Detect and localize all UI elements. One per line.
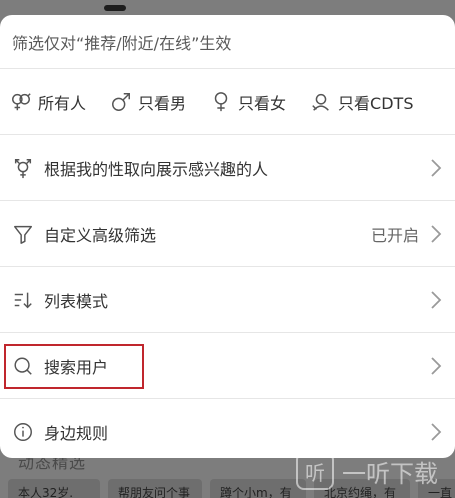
gender-option-male[interactable]: 只看男: [110, 90, 186, 114]
gender-option-female[interactable]: 只看女: [210, 90, 286, 114]
chevron-right-icon: [429, 355, 443, 377]
chevron-right-icon: [429, 157, 443, 179]
row-label: 身边规则: [44, 424, 109, 443]
chevron-right-icon: [429, 223, 443, 245]
transgender-icon: [12, 157, 34, 179]
background-chip: 本人32岁.: [8, 479, 100, 498]
row-label: 根据我的性取向展示感兴趣的人: [44, 159, 269, 179]
row-advanced-filter[interactable]: 自定义高级筛选 已开启: [0, 201, 455, 267]
highlight-box: [4, 344, 144, 389]
filter-icon: [12, 223, 34, 245]
row-search-users[interactable]: 搜索用户: [0, 333, 455, 399]
row-label: 自定义高级筛选: [44, 225, 157, 245]
row-orientation[interactable]: 根据我的性取向展示感兴趣的人: [0, 135, 455, 201]
gender-option-cdts[interactable]: 只看CDTS: [310, 90, 413, 114]
chevron-right-icon: [429, 421, 443, 443]
info-icon: [12, 421, 34, 443]
cdts-icon: [312, 93, 329, 111]
male-icon: [112, 92, 130, 111]
background-chip: 帮朋友问个事: [108, 479, 202, 498]
row-nearby-rules[interactable]: 身边规则: [0, 399, 455, 458]
list-sort-icon: [12, 289, 34, 311]
gender-option-label: 只看男: [138, 93, 187, 113]
advanced-filter-status: 已开启: [370, 225, 419, 245]
filter-sheet: 筛选仅对“推荐/附近/在线”生效 所有人 只看男 只看女 只看CDTS 根据我的…: [0, 15, 455, 458]
gender-option-label: 所有人: [38, 93, 87, 113]
gender-option-all[interactable]: 所有人: [10, 90, 86, 114]
status-notch: [104, 5, 126, 11]
all-genders-icon: [12, 92, 31, 110]
gender-option-label: 只看CDTS: [338, 93, 414, 113]
background-chip: 蹲个小m，有: [210, 479, 306, 498]
gender-option-label: 只看女: [238, 93, 287, 113]
filter-notice: 筛选仅对“推荐/附近/在线”生效: [0, 15, 455, 69]
gender-filter-row: 所有人 只看男 只看女 只看CDTS: [0, 69, 455, 135]
female-icon: [214, 91, 228, 111]
row-list-mode[interactable]: 列表模式: [0, 267, 455, 333]
chevron-right-icon: [429, 289, 443, 311]
row-label: 列表模式: [44, 291, 109, 311]
watermark-text: 一听下载: [342, 459, 438, 488]
